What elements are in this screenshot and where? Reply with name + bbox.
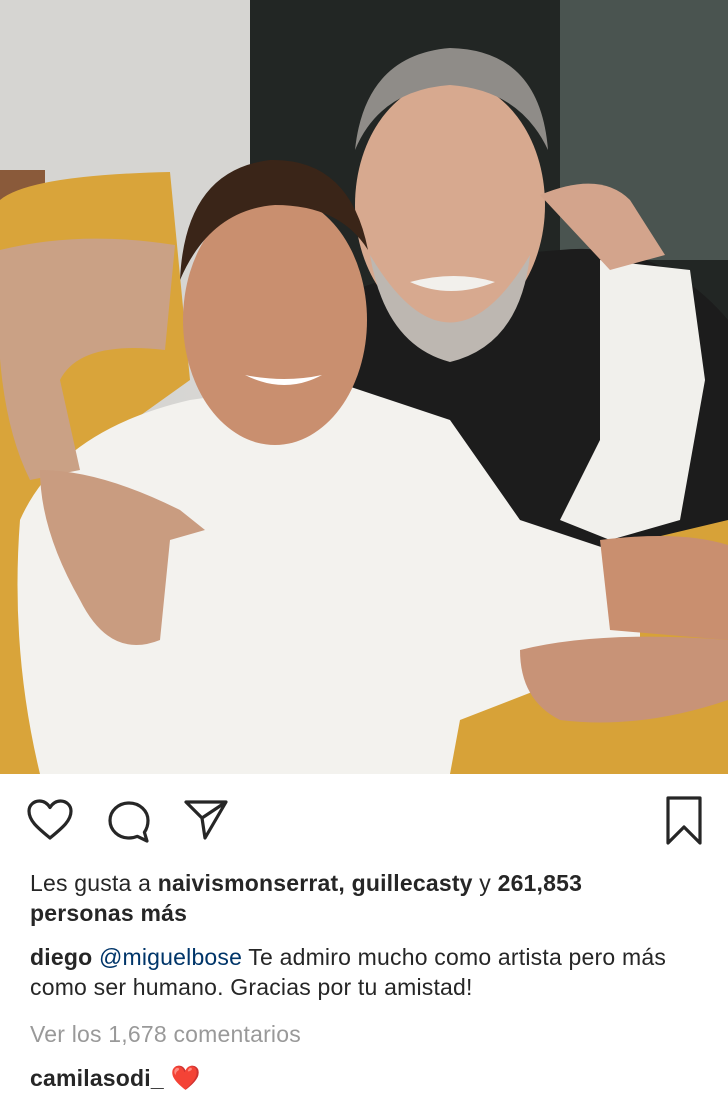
likes-count[interactable]: 261,853 bbox=[498, 870, 583, 896]
likes-suffix[interactable]: personas más bbox=[30, 900, 187, 926]
heart-outline-icon[interactable] bbox=[26, 798, 74, 842]
comment-item: camilasodi_ ❤️ bbox=[30, 1063, 201, 1094]
post-photo[interactable] bbox=[0, 0, 728, 774]
bookmark-icon[interactable] bbox=[664, 795, 704, 847]
liked-by-users[interactable]: naivismonserrat, guillecasty bbox=[158, 870, 473, 896]
post-caption: diego @miguelbose Te admiro mucho como a… bbox=[30, 942, 720, 1002]
photo-two-men-embracing bbox=[0, 0, 728, 774]
comment-bubble-icon[interactable] bbox=[106, 799, 152, 845]
paper-plane-icon[interactable] bbox=[183, 798, 229, 842]
view-all-comments-link[interactable]: Ver los 1,678 comentarios bbox=[30, 1019, 301, 1049]
comment-username[interactable]: camilasodi_ bbox=[30, 1065, 164, 1091]
comment-text: ❤️ bbox=[170, 1065, 201, 1092]
caption-mention[interactable]: @miguelbose bbox=[99, 944, 242, 970]
likes-summary[interactable]: Les gusta a naivismonserrat, guillecasty… bbox=[30, 868, 710, 928]
likes-prefix: Les gusta a bbox=[30, 870, 158, 896]
likes-connector: y bbox=[472, 870, 498, 896]
caption-username[interactable]: diego bbox=[30, 944, 92, 970]
